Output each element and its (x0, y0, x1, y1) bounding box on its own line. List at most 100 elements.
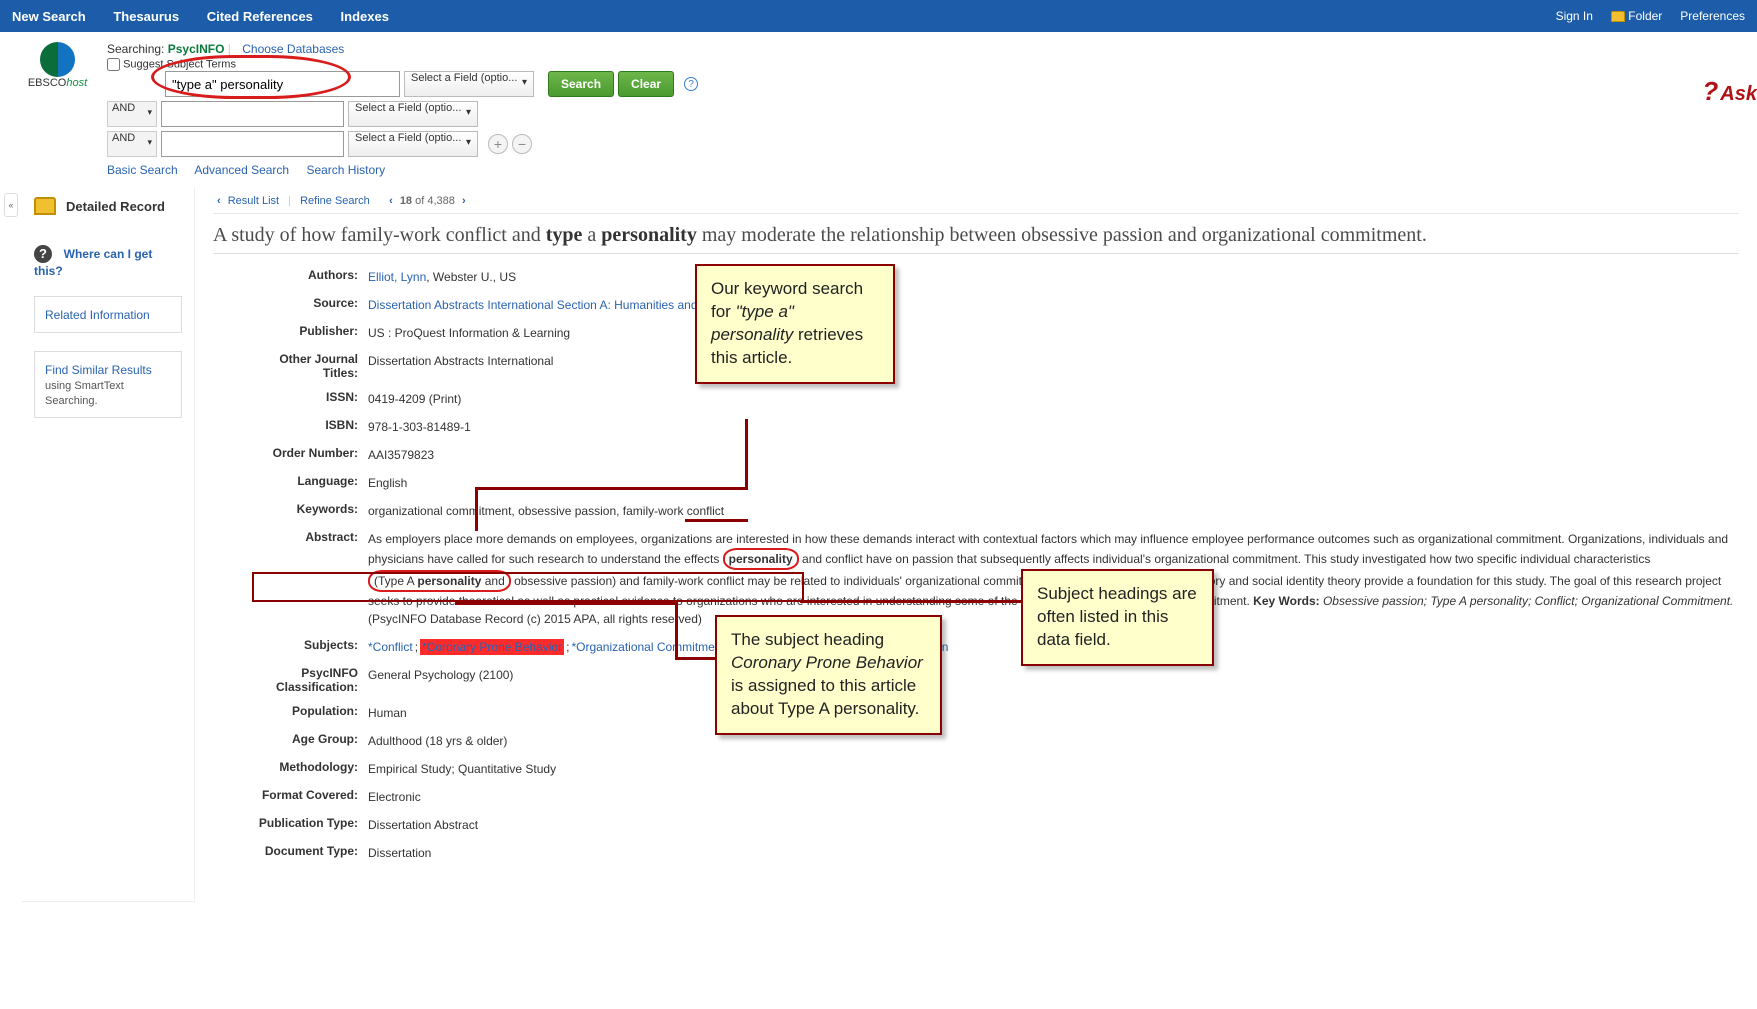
callout-line-2h (455, 602, 678, 605)
callout-line-1hb (475, 487, 478, 531)
refine-search-link[interactable]: Refine Search (300, 195, 370, 207)
detailed-record-label: Detailed Record (66, 199, 165, 214)
add-row-button[interactable]: + (488, 134, 508, 154)
search-term-1[interactable] (165, 71, 400, 97)
basic-search-link[interactable]: Basic Search (107, 163, 178, 177)
callout-line-2l (675, 657, 717, 660)
callout-subject-heading: The subject heading Coronary Prone Behav… (715, 615, 942, 735)
nav-new-search[interactable]: New Search (12, 9, 86, 24)
kw-label: Keywords: (253, 502, 368, 520)
related-information-link[interactable]: Related Information (45, 308, 150, 322)
isbn-value: 978-1-303-81489-1 (368, 418, 1739, 436)
pub-label: Publication Type: (253, 816, 368, 834)
search-button[interactable]: Search (548, 71, 614, 97)
nav-indexes[interactable]: Indexes (341, 9, 389, 24)
related-info-panel: Related Information (34, 296, 182, 333)
publisher-value: US : ProQuest Information & Learning (368, 324, 1739, 342)
ojt-label: Other Journal Titles: (253, 352, 368, 380)
sidebar: Detailed Record ? Where can I get this? … (22, 187, 194, 902)
subject-organizational-commitment[interactable]: *Organizational Commitment (571, 640, 724, 654)
field-select-2[interactable]: Select a Field (optio... (348, 101, 478, 127)
callout-keyword-search: Our keyword search for "type a" personal… (695, 264, 895, 384)
record-fields: Authors: Elliot, Lynn, Webster U., US So… (253, 268, 1739, 862)
suggest-label: Suggest Subject Terms (123, 58, 236, 70)
nav-preferences[interactable]: Preferences (1680, 9, 1745, 23)
search-area: EBSCOhost Searching: PsycINFO | Choose D… (0, 32, 1757, 187)
issn-value: 0419-4209 (Print) (368, 390, 1739, 408)
authors-value: Elliot, Lynn, Webster U., US (368, 268, 1739, 286)
back-arrow-icon[interactable]: ‹ (217, 195, 221, 207)
similar-sub: using SmartText Searching. (45, 380, 124, 407)
age-value: Adulthood (18 yrs & older) (368, 732, 1739, 750)
class-value: General Psychology (2100) (368, 666, 1739, 694)
help-icon[interactable]: ? (684, 77, 698, 91)
search-history-link[interactable]: Search History (306, 163, 385, 177)
search-term-3[interactable] (161, 131, 344, 157)
logo: EBSCOhost (20, 42, 95, 177)
searching-label: Searching: (107, 42, 164, 56)
content: ‹ Result List | Refine Search ‹ 18 of 4,… (194, 187, 1757, 902)
next-result-button[interactable]: › (462, 195, 466, 207)
collapse-sidebar-button[interactable]: « (4, 193, 18, 217)
callout-line-1ha (475, 487, 748, 490)
record-title: A study of how family-work conflict and … (213, 224, 1739, 254)
prev-result-button[interactable]: ‹ (389, 195, 393, 207)
similar-results-panel: Find Similar Results using SmartText Sea… (34, 351, 182, 418)
pop-label: Population: (253, 704, 368, 722)
source-value: Dissertation Abstracts International Sec… (368, 296, 1739, 314)
find-similar-link[interactable]: Find Similar Results (45, 363, 152, 377)
order-value: AAI3579823 (368, 446, 1739, 464)
author-link[interactable]: Elliot, Lynn (368, 270, 426, 284)
nav-signin[interactable]: Sign In (1556, 9, 1593, 23)
suggest-subject-checkbox[interactable] (107, 58, 120, 71)
question-icon: ? (34, 245, 52, 263)
pub-value: Dissertation Abstract (368, 816, 1739, 834)
authors-label: Authors: (253, 268, 368, 286)
ojt-value: Dissertation Abstracts International (368, 352, 1739, 380)
abstract-label: Abstract: (253, 530, 368, 628)
lang-label: Language: (253, 474, 368, 492)
subject-conflict[interactable]: *Conflict (368, 640, 413, 654)
nav-cited-references[interactable]: Cited References (207, 9, 313, 24)
nav-right: Sign In Folder Preferences (1556, 9, 1745, 23)
pop-value: Human (368, 704, 1739, 722)
nav-thesaurus[interactable]: Thesaurus (113, 9, 179, 24)
remove-row-button[interactable]: − (512, 134, 532, 154)
top-nav: New Search Thesaurus Cited References In… (0, 0, 1757, 32)
subject-coronary[interactable]: *Coronary Prone Behavior (420, 639, 564, 655)
ask-widget[interactable]: ?Ask (1702, 76, 1757, 107)
folder-icon (1611, 11, 1625, 22)
choose-databases[interactable]: Choose Databases (242, 42, 344, 56)
search-form: Searching: PsycINFO | Choose Databases S… (107, 42, 698, 177)
bool-select-3[interactable]: AND (107, 131, 157, 157)
doc-label: Document Type: (253, 844, 368, 862)
annotation-pill-personality-1: personality (723, 548, 799, 570)
search-term-2[interactable] (161, 101, 344, 127)
order-label: Order Number: (253, 446, 368, 464)
field-select-1[interactable]: Select a Field (optio... (404, 71, 534, 97)
nav-folder[interactable]: Folder (1611, 9, 1662, 23)
clear-button[interactable]: Clear (618, 71, 674, 97)
detailed-record-icon (34, 197, 56, 215)
of-label: of (415, 195, 424, 207)
suggest-row: Suggest Subject Terms (107, 58, 698, 71)
publisher-label: Publisher: (253, 324, 368, 342)
result-list-link[interactable]: Result List (228, 195, 279, 207)
current-database: PsycINFO (168, 42, 225, 56)
field-select-3[interactable]: Select a Field (optio... (348, 131, 478, 157)
logo-text: EBSCOhost (20, 77, 95, 89)
meth-value: Empirical Study; Quantitative Study (368, 760, 1739, 778)
bool-select-2[interactable]: AND (107, 101, 157, 127)
search-row-3: AND Select a Field (optio... + − (107, 131, 698, 157)
fmt-label: Format Covered: (253, 788, 368, 806)
age-label: Age Group: (253, 732, 368, 750)
callout-line-2v (675, 602, 678, 659)
question-mark-icon: ? (1702, 76, 1718, 106)
advanced-search-link[interactable]: Advanced Search (194, 163, 289, 177)
callout-line-1hc (685, 519, 748, 522)
result-total: 4,388 (427, 195, 455, 207)
issn-label: ISSN: (253, 390, 368, 408)
main: « Detailed Record ? Where can I get this… (0, 187, 1757, 902)
meth-label: Methodology: (253, 760, 368, 778)
annotation-pill-personality-2: (Type A personality and (368, 570, 511, 592)
